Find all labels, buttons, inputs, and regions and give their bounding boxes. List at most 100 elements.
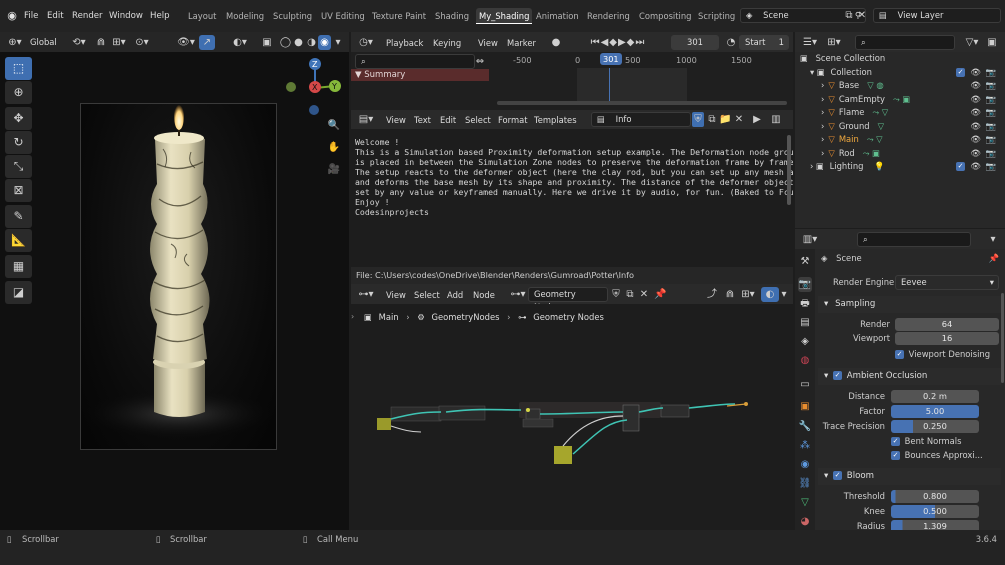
expand-arrow-icon[interactable]: ›: [821, 94, 824, 104]
snap-icon[interactable]: ⋒: [94, 35, 108, 50]
render-camera-icon[interactable]: 📷: [986, 106, 996, 120]
annotate-tool-icon[interactable]: ✎: [5, 205, 32, 228]
text-content[interactable]: Welcome ! This is a Simulation based Pro…: [355, 137, 793, 217]
outliner-search-input[interactable]: ⌕: [855, 35, 955, 50]
run-script-icon[interactable]: ▶: [751, 112, 763, 127]
cursor-tool-icon[interactable]: ⊕: [5, 81, 32, 104]
sampling-viewport-field[interactable]: 16: [895, 332, 999, 345]
node-editor-icon[interactable]: ⊶▾: [357, 287, 375, 302]
text-settings-icon[interactable]: ▥: [769, 112, 783, 127]
shading-options-icon[interactable]: ▾: [332, 35, 344, 50]
bloom-panel-header[interactable]: ▾ ✓ Bloom: [818, 468, 1001, 485]
snap-target-icon[interactable]: ⊞▾: [110, 35, 128, 50]
render-camera-icon[interactable]: 📷: [986, 79, 996, 93]
properties-search-input[interactable]: ⌕: [857, 232, 971, 247]
overlay-icon[interactable]: ◐▾: [231, 35, 249, 50]
eye-icon[interactable]: 👁: [970, 120, 981, 134]
playback-menu[interactable]: Playback: [386, 35, 423, 51]
measure-tool-icon[interactable]: 📐: [5, 229, 32, 252]
bloom-enable-checkbox-icon[interactable]: ✓: [833, 471, 843, 480]
transform-orientation-dropdown[interactable]: Global: [30, 35, 62, 50]
collection-tab-icon[interactable]: ▭: [798, 377, 812, 392]
physics-tab-icon[interactable]: ◉: [798, 457, 812, 472]
tab-sculpting[interactable]: Sculpting: [270, 8, 315, 24]
node-snap-icon[interactable]: ⋒: [723, 287, 737, 302]
eye-icon[interactable]: 👁: [970, 106, 981, 120]
tab-compositing[interactable]: Compositing: [636, 8, 695, 24]
eye-icon[interactable]: 👁: [970, 66, 981, 80]
tab-modeling[interactable]: Modeling: [223, 8, 267, 24]
node-overlay-dropdown-icon[interactable]: ▾: [779, 287, 789, 302]
node-graph[interactable]: [351, 304, 793, 530]
solid-shading-icon[interactable]: ●: [292, 35, 305, 50]
node-shield-icon[interactable]: ⛨: [610, 287, 622, 302]
swap-icon[interactable]: ⇔: [473, 54, 487, 69]
view-layer-selector[interactable]: ▤ View Layer: [873, 8, 1001, 23]
new-scene-icon[interactable]: ⧉: [842, 8, 856, 23]
menu-window[interactable]: Window: [109, 8, 143, 24]
text-editor-icon[interactable]: ▤▾: [357, 112, 375, 127]
pivot-icon[interactable]: ⟲▾: [68, 35, 90, 50]
keying-menu[interactable]: Keying: [433, 35, 461, 51]
gizmo-toggle-icon[interactable]: ↗: [199, 35, 215, 50]
bounces-approx-checkbox[interactable]: ✓ Bounces Approxi...: [891, 448, 1001, 463]
expand-arrow-icon[interactable]: ›: [821, 134, 824, 144]
outliner-item-flame[interactable]: › ▽ Flame ⤳ ▽ 👁 📷: [821, 106, 1000, 120]
render-tab-icon[interactable]: 📷: [798, 277, 812, 292]
filter-icon[interactable]: ▽▾: [963, 35, 981, 50]
camera-view-icon[interactable]: 🎥: [327, 162, 341, 177]
node-menu-node[interactable]: Node: [473, 287, 495, 303]
visibility-icon[interactable]: 👁▾: [177, 35, 195, 50]
timeline-editor-icon[interactable]: ◷▾: [357, 35, 375, 50]
outliner-item-camempty[interactable]: › ▽ CamEmpty ⤳ ▣ 👁 📷: [821, 93, 1000, 107]
outliner-item-ground[interactable]: › ▽ Ground ▽ 👁 📷: [821, 120, 1000, 134]
constraints-tab-icon[interactable]: ⛓: [798, 476, 812, 491]
properties-editor-icon[interactable]: ▥▾: [800, 232, 820, 247]
ao-trace-slider[interactable]: 0.250: [891, 420, 979, 433]
outliner-scene-collection[interactable]: ▣ Scene Collection: [800, 52, 1000, 66]
select-box-tool-icon[interactable]: ⬚: [5, 57, 32, 80]
expand-arrow-icon[interactable]: ›: [821, 80, 824, 90]
eye-icon[interactable]: 👁: [970, 147, 981, 161]
eye-icon[interactable]: 👁: [970, 79, 981, 93]
editor-type-icon[interactable]: ⊕▾: [4, 35, 26, 50]
xray-icon[interactable]: ▣: [261, 35, 273, 50]
ao-panel-header[interactable]: ▾ ✓ Ambient Occlusion: [818, 368, 1001, 385]
output-tab-icon[interactable]: 🖶: [798, 296, 812, 311]
text-menu-templates[interactable]: Templates: [534, 112, 577, 128]
playback-controls-icon[interactable]: ⏮◀◆▶◆⏭: [581, 35, 655, 50]
scale-tool-icon[interactable]: ⤡: [5, 155, 32, 178]
node-overlay-icon[interactable]: ◐: [761, 287, 779, 302]
scene-tab-icon[interactable]: ◈: [798, 334, 812, 349]
open-text-icon[interactable]: 📁: [719, 112, 731, 127]
render-camera-icon[interactable]: 📷: [986, 133, 996, 147]
tab-shading[interactable]: Shading: [432, 8, 472, 24]
node-menu-select[interactable]: Select: [414, 287, 440, 303]
outliner-item-rod[interactable]: › ▽ Rod ⤳ ▣ 👁 📷: [821, 147, 1000, 161]
navigation-gizmo[interactable]: Z Y X: [283, 56, 347, 116]
tab-uv-editing[interactable]: UV Editing: [318, 8, 368, 24]
text-menu-view[interactable]: View: [386, 112, 406, 128]
text-editor-body[interactable]: Welcome ! This is a Simulation based Pro…: [351, 129, 793, 267]
eye-icon[interactable]: 👁: [970, 133, 981, 147]
menu-edit[interactable]: Edit: [47, 8, 64, 24]
new-collection-icon[interactable]: ▣: [985, 35, 999, 50]
modifier-tab-icon[interactable]: 🔧: [798, 419, 812, 434]
exclude-checkbox-icon[interactable]: ✓: [956, 162, 965, 171]
zoom-icon[interactable]: 🔍: [327, 118, 341, 133]
sampling-render-field[interactable]: 64: [895, 318, 999, 331]
outliner-tree[interactable]: ▣ Scene Collection ▾ ▣ Collection ✓ 👁 📷 …: [795, 52, 1005, 228]
tab-rendering[interactable]: Rendering: [584, 8, 633, 24]
proportional-edit-icon[interactable]: ⊙▾: [133, 35, 151, 50]
frame-ruler[interactable]: -500 0 301 500 1000 1500: [491, 52, 791, 68]
data-tab-icon[interactable]: ▽: [798, 495, 812, 510]
tab-animation[interactable]: Animation: [533, 8, 582, 24]
material-shading-icon[interactable]: ◑: [305, 35, 318, 50]
outliner-lighting-collection[interactable]: › ▣ Lighting 💡 ✓ 👁 📷: [810, 160, 1000, 174]
node-menu-view[interactable]: View: [386, 287, 406, 303]
blender-logo-icon[interactable]: ◉: [5, 8, 19, 23]
summary-channel[interactable]: ▼ Summary: [351, 69, 489, 81]
timeline-view-menu[interactable]: View: [478, 35, 498, 51]
node-duplicate-icon[interactable]: ⧉: [624, 287, 636, 302]
render-camera-icon[interactable]: 📷: [986, 93, 996, 107]
